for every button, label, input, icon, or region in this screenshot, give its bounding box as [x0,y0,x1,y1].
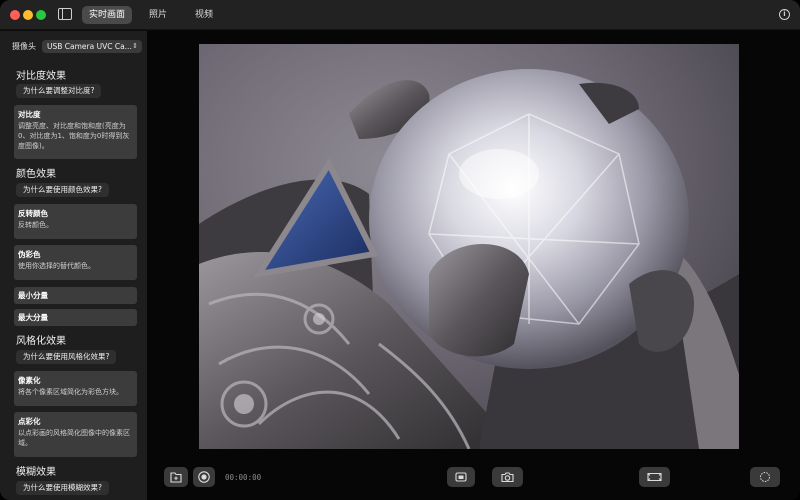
section-title-blur: 模糊效果 [16,467,56,478]
camera-select-value: USB Camera UVC Ca... [47,42,132,51]
record-icon [198,471,210,483]
record-button[interactable] [193,467,215,487]
effect-card-pixellate[interactable]: 像素化 将各个像素区域简化为彩色方块。 [14,371,137,406]
effect-title: 对比度 [18,110,41,119]
effect-description: 反转颜色。 [18,221,53,229]
title-bar: 实时画面 照片 视频 i [0,0,800,30]
photo-library-icon [455,472,467,482]
effect-title: 伪彩色 [18,250,41,259]
chevron-updown-icon: ⇕ [132,42,138,50]
minimize-window-button[interactable] [23,10,33,20]
effect-title: 反转颜色 [18,209,48,218]
effect-card-contrast[interactable]: 对比度 调整亮度、对比度和饱和度(亮度为0、对比度为1、饱和度为0时得到灰度图像… [14,105,137,159]
effect-title: 最小分量 [18,291,48,300]
why-contrast-button[interactable]: 为什么要调整对比度? [16,84,102,98]
camera-select[interactable]: USB Camera UVC Ca... ⇕ [42,40,142,53]
effects-settings-button[interactable] [750,467,780,487]
view-tabs: 实时画面 照片 视频 [82,6,220,24]
close-window-button[interactable] [10,10,20,20]
settings-icon [760,472,770,482]
sidebar-toggle-icon[interactable] [58,8,72,20]
section-title-contrast: 对比度效果 [16,71,66,82]
why-color-button[interactable]: 为什么要使用颜色效果? [16,183,109,197]
zoom-window-button[interactable] [36,10,46,20]
take-photo-button[interactable] [492,467,523,487]
why-blur-button[interactable]: 为什么要使用模糊效果? [16,481,109,495]
effect-title: 点彩化 [18,417,41,426]
effect-description: 调整亮度、对比度和饱和度(亮度为0、对比度为1、饱和度为0时得到灰度图像)。 [18,122,130,150]
effects-sidebar: 摄像头 USB Camera UVC Ca... ⇕ 对比度效果 为什么要调整对… [0,31,147,500]
main-area: 00:00:00 [147,31,800,500]
tab-live-view[interactable]: 实时画面 [82,6,133,24]
why-stylize-button[interactable]: 为什么要使用风格化效果? [16,350,117,364]
effect-card-minimum-component[interactable]: 最小分量 [14,287,137,304]
section-title-color: 颜色效果 [16,169,56,180]
recording-timer: 00:00:00 [225,473,262,482]
camera-icon [501,472,514,483]
open-folder-button[interactable] [164,467,188,487]
aspect-ratio-button[interactable] [639,467,670,487]
section-title-stylize: 风格化效果 [16,336,66,347]
tab-videos[interactable]: 视频 [188,6,220,24]
effect-card-false-color[interactable]: 伪彩色 使用你选择的替代颜色。 [14,245,137,280]
effect-card-pointillize[interactable]: 点彩化 以点彩画的风格简化图像中的像素区域。 [14,412,137,457]
live-camera-preview [199,44,739,449]
folder-icon [170,472,182,483]
effect-title: 最大分量 [18,313,48,322]
aspect-ratio-icon [647,472,662,482]
effect-description: 使用你选择的替代颜色。 [18,262,95,270]
effect-card-invert[interactable]: 反转颜色 反转颜色。 [14,204,137,239]
effect-description: 以点彩画的风格简化图像中的像素区域。 [18,429,130,447]
photo-library-button[interactable] [447,467,475,487]
effect-description: 将各个像素区域简化为彩色方块。 [18,388,123,396]
info-icon[interactable]: i [779,9,790,20]
tab-photos[interactable]: 照片 [142,6,174,24]
effect-title: 像素化 [18,376,41,385]
camera-label: 摄像头 [12,42,36,51]
app-window: 实时画面 照片 视频 i 摄像头 USB Camera UVC Ca... ⇕ … [0,0,800,500]
effect-card-maximum-component[interactable]: 最大分量 [14,309,137,326]
camera-frame-image [199,44,739,449]
camera-row: 摄像头 USB Camera UVC Ca... ⇕ [12,40,142,53]
